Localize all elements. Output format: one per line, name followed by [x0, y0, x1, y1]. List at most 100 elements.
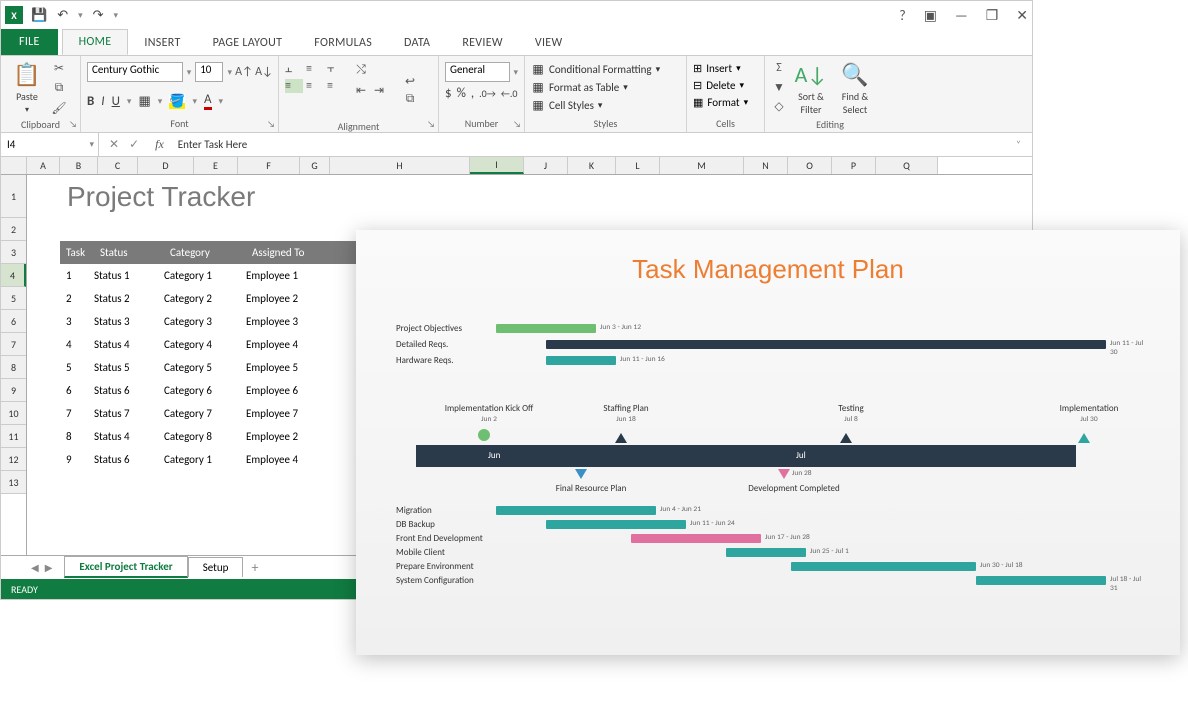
clipboard-launcher-icon[interactable]: ↘: [69, 119, 77, 130]
font-launcher-icon[interactable]: ↘: [267, 119, 275, 130]
col-header-P[interactable]: P: [832, 157, 876, 174]
col-header-M[interactable]: M: [660, 157, 744, 174]
cancel-formula-icon[interactable]: ✕: [109, 137, 119, 152]
underline-button[interactable]: U: [112, 94, 120, 109]
tab-page-layout[interactable]: PAGE LAYOUT: [197, 31, 299, 55]
row-header-5[interactable]: 5: [1, 287, 26, 310]
format-as-table-button[interactable]: ▦Format as Table▾: [531, 80, 680, 94]
clear-icon[interactable]: ◇: [771, 98, 787, 114]
restore-icon[interactable]: ❐: [986, 7, 999, 24]
col-header-L[interactable]: L: [616, 157, 660, 174]
alignment-launcher-icon[interactable]: ↘: [427, 119, 435, 130]
bold-button[interactable]: B: [87, 94, 94, 109]
delete-cells-button[interactable]: ⊟Delete▾: [693, 79, 758, 92]
row-header-8[interactable]: 8: [1, 356, 26, 379]
col-header-B[interactable]: B: [60, 157, 98, 174]
close-icon[interactable]: ✕: [1016, 7, 1028, 24]
enter-formula-icon[interactable]: ✓: [129, 137, 139, 152]
conditional-formatting-button[interactable]: ▦Conditional Formatting▾: [531, 62, 680, 76]
wrap-merge-button[interactable]: ↩ ⧉: [395, 62, 425, 118]
ribbon-display-options-icon[interactable]: ▣: [924, 7, 937, 24]
font-color-icon[interactable]: A: [204, 92, 212, 110]
save-icon[interactable]: 💾: [31, 8, 47, 23]
align-center-icon[interactable]: ≡: [306, 79, 324, 93]
col-header-J[interactable]: J: [524, 157, 568, 174]
autosum-icon[interactable]: Σ: [771, 60, 787, 76]
increase-font-icon[interactable]: A↑: [236, 64, 252, 80]
sheet-nav-prev-icon[interactable]: ◀: [31, 561, 39, 574]
col-header-Q[interactable]: Q: [876, 157, 938, 174]
tab-insert[interactable]: INSERT: [128, 31, 196, 55]
row-header-12[interactable]: 12: [1, 448, 26, 471]
col-header-D[interactable]: D: [138, 157, 194, 174]
align-middle-icon[interactable]: ≡: [306, 62, 324, 76]
col-header-F[interactable]: F: [238, 157, 300, 174]
help-icon[interactable]: ?: [899, 7, 906, 24]
row-header-11[interactable]: 11: [1, 425, 26, 448]
fill-icon[interactable]: ▼: [771, 79, 787, 95]
col-header-A[interactable]: A: [27, 157, 60, 174]
undo-icon[interactable]: ↶: [57, 8, 68, 23]
cell-styles-button[interactable]: ▦Cell Styles▾: [531, 98, 680, 112]
sheet-nav-next-icon[interactable]: ▶: [45, 561, 53, 574]
row-header-2[interactable]: 2: [1, 218, 26, 241]
format-cells-button[interactable]: ▦Format▾: [693, 96, 758, 109]
decrease-decimal-icon[interactable]: ←.0: [501, 87, 518, 100]
cut-icon[interactable]: ✂: [51, 60, 67, 76]
col-header-N[interactable]: N: [744, 157, 788, 174]
insert-function-icon[interactable]: fx: [149, 137, 170, 152]
tab-file[interactable]: FILE: [1, 29, 58, 55]
tab-formulas[interactable]: FORMULAS: [298, 31, 388, 55]
copy-icon[interactable]: ⧉: [51, 80, 67, 96]
tab-home[interactable]: HOME: [62, 29, 129, 55]
align-top-icon[interactable]: ⫠: [285, 62, 303, 76]
wrap-text-icon[interactable]: ↩: [402, 73, 418, 89]
comma-icon[interactable]: ,: [471, 86, 474, 101]
paste-button[interactable]: 📋 Paste ▾: [7, 60, 47, 116]
row-header-13[interactable]: 13: [1, 471, 26, 494]
align-bottom-icon[interactable]: ⫟: [327, 62, 345, 76]
borders-icon[interactable]: ▦: [138, 94, 150, 109]
col-header-I[interactable]: I: [470, 157, 524, 174]
qat-customize-icon[interactable]: ▾: [114, 10, 119, 21]
name-box[interactable]: I4: [1, 133, 99, 156]
italic-button[interactable]: I: [101, 94, 104, 109]
align-right-icon[interactable]: ≡: [327, 79, 345, 93]
increase-indent-icon[interactable]: ⇥: [371, 82, 387, 98]
row-header-9[interactable]: 9: [1, 379, 26, 402]
percent-icon[interactable]: %: [457, 86, 466, 101]
row-header-7[interactable]: 7: [1, 333, 26, 356]
sheet-tab-setup[interactable]: Setup: [188, 557, 244, 577]
find-select-button[interactable]: 🔍 Find & Select: [835, 60, 875, 116]
undo-dropdown-icon[interactable]: ▾: [78, 10, 83, 21]
add-sheet-button[interactable]: +: [243, 559, 266, 576]
row-header-4[interactable]: 4: [1, 264, 26, 287]
increase-decimal-icon[interactable]: .0→: [479, 87, 496, 100]
merge-center-icon[interactable]: ⧉: [402, 91, 418, 107]
minimize-icon[interactable]: —: [955, 7, 968, 24]
sheet-tab-project-tracker[interactable]: Excel Project Tracker: [64, 556, 187, 578]
number-format-select[interactable]: General: [445, 62, 510, 82]
row-header-3[interactable]: 3: [1, 241, 26, 264]
tab-view[interactable]: VIEW: [519, 31, 579, 55]
decrease-font-icon[interactable]: A↓: [256, 64, 272, 80]
col-header-C[interactable]: C: [98, 157, 138, 174]
row-header-10[interactable]: 10: [1, 402, 26, 425]
orientation-icon[interactable]: ⤭: [353, 62, 369, 78]
align-left-icon[interactable]: ≡: [285, 79, 303, 93]
format-painter-icon[interactable]: 🖌: [51, 100, 67, 116]
decrease-indent-icon[interactable]: ⇤: [353, 82, 369, 98]
formula-input[interactable]: Enter Task Here: [170, 138, 1016, 151]
currency-icon[interactable]: $: [445, 86, 452, 101]
select-all-button[interactable]: [1, 157, 27, 174]
tab-data[interactable]: DATA: [388, 31, 446, 55]
row-header-1[interactable]: 1: [1, 175, 26, 218]
col-header-E[interactable]: E: [194, 157, 238, 174]
number-launcher-icon[interactable]: ↘: [513, 119, 521, 130]
tab-review[interactable]: REVIEW: [446, 31, 519, 55]
insert-cells-button[interactable]: ⊞Insert▾: [693, 62, 758, 75]
col-header-O[interactable]: O: [788, 157, 832, 174]
expand-formula-bar-icon[interactable]: ˅: [1016, 139, 1032, 150]
col-header-K[interactable]: K: [568, 157, 616, 174]
row-header-6[interactable]: 6: [1, 310, 26, 333]
